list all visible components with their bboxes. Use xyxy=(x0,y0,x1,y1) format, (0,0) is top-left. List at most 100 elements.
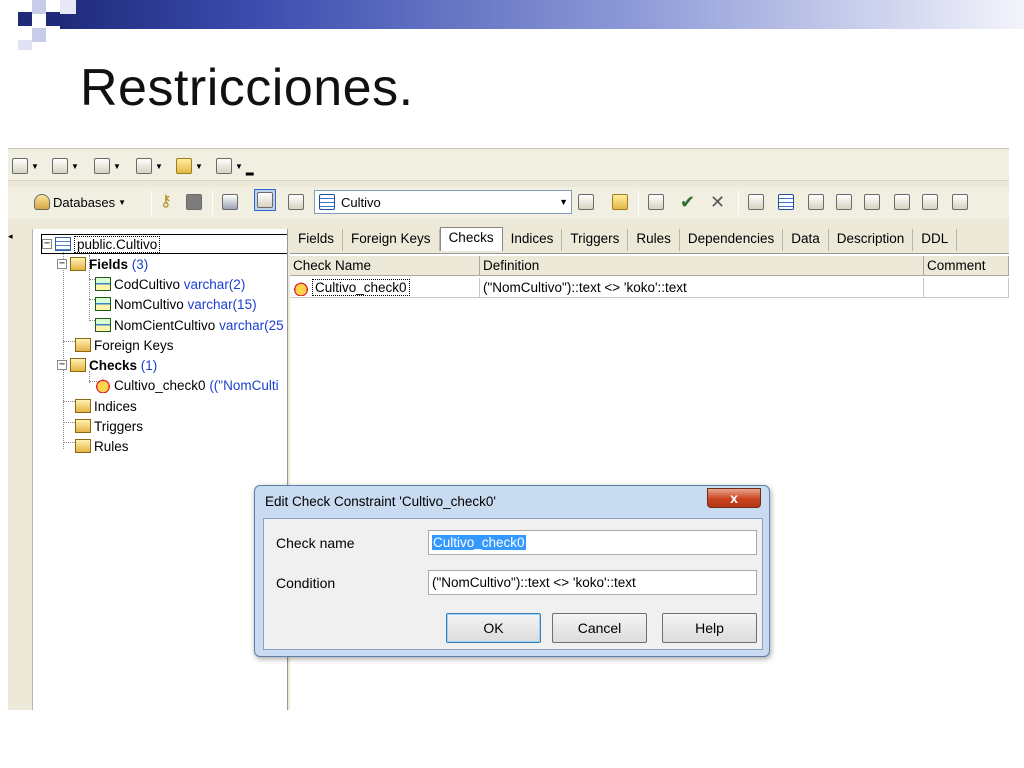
grid-icon xyxy=(648,194,664,210)
tree-guide-line xyxy=(63,341,75,342)
table-icon xyxy=(778,194,794,210)
structure-button[interactable] xyxy=(612,191,628,213)
check-constraint-icon xyxy=(293,280,309,296)
tree-node-rules[interactable]: Rules xyxy=(75,436,129,456)
add-button[interactable]: ▼ xyxy=(136,155,163,177)
tree-node-fields[interactable]: − Fields (3) xyxy=(57,254,148,274)
edit-object-button[interactable]: ▼ xyxy=(52,155,79,177)
tab-foreign-keys[interactable]: Foreign Keys xyxy=(343,229,440,251)
ok-button[interactable]: OK xyxy=(446,613,541,643)
object-select-button[interactable] xyxy=(288,191,304,213)
tab-dependencies[interactable]: Dependencies xyxy=(680,229,784,251)
copy-button[interactable] xyxy=(836,191,852,213)
slide-title: Restricciones. xyxy=(80,59,414,117)
print-icon xyxy=(222,194,238,210)
cell-comment[interactable] xyxy=(924,278,1009,298)
help-button[interactable]: Help xyxy=(662,613,757,643)
tab-indices[interactable]: Indices xyxy=(503,229,563,251)
tools-icon xyxy=(216,158,232,174)
field-list-button[interactable] xyxy=(808,191,824,213)
field-type: varchar(2) xyxy=(183,276,246,292)
document-icon xyxy=(12,158,28,174)
tab-rules[interactable]: Rules xyxy=(628,229,680,251)
tree-node-indices[interactable]: Indices xyxy=(75,396,137,416)
tree-check-item[interactable]: Cultivo_check0 (("NomCulti xyxy=(95,375,279,395)
edit-icon xyxy=(52,158,68,174)
tree-field-item[interactable]: CodCultivo varchar(2) xyxy=(95,274,245,294)
dropdown-arrow-icon: ▼ xyxy=(118,197,127,207)
column-header-check-name[interactable]: Check Name xyxy=(290,256,480,276)
tree-indices-label: Indices xyxy=(94,398,137,414)
dropdown-arrow-icon: ▼ xyxy=(195,161,203,171)
print-button[interactable] xyxy=(222,191,238,213)
check-icon: ✔ xyxy=(680,192,696,212)
key-icon: ⚷ xyxy=(160,193,172,210)
tree-field-item[interactable]: NomCultivo varchar(15) xyxy=(95,294,257,314)
tab-data[interactable]: Data xyxy=(783,229,829,251)
folder-icon xyxy=(75,439,91,453)
new-table-button[interactable] xyxy=(778,191,794,213)
collapse-icon[interactable]: − xyxy=(57,259,67,269)
dialog-title: Edit Check Constraint 'Cultivo_check0' xyxy=(265,494,497,509)
commit-button[interactable]: ✔ xyxy=(680,191,696,213)
tab-fields[interactable]: Fields xyxy=(290,229,344,251)
tab-ddl[interactable]: DDL xyxy=(913,229,958,251)
column-header-definition[interactable]: Definition xyxy=(480,256,924,276)
query-button[interactable] xyxy=(894,191,910,213)
tree-node-root[interactable]: − public.Cultivo xyxy=(41,234,287,254)
table-icon xyxy=(55,237,71,251)
cell-definition[interactable]: ("NomCultivo")::text <> 'koko'::text xyxy=(480,278,924,298)
window-button[interactable]: ▼ xyxy=(176,155,203,177)
deco-square xyxy=(32,0,46,14)
folder-icon xyxy=(70,358,86,372)
tools-button[interactable]: ▼ ▂ xyxy=(216,155,254,177)
tree-node-checks[interactable]: − Checks (1) xyxy=(57,355,157,375)
list-icon xyxy=(808,194,824,210)
cancel-button[interactable]: Cancel xyxy=(552,613,647,643)
table-row-check-name[interactable]: Cultivo_check0 xyxy=(290,278,480,298)
script-button[interactable] xyxy=(922,191,938,213)
tree-view-button[interactable] xyxy=(254,189,276,211)
paste-button[interactable] xyxy=(864,191,880,213)
collapse-icon[interactable]: − xyxy=(42,239,52,249)
check-name-label: Check name xyxy=(276,535,355,551)
condition-field[interactable]: ("NomCultivo")::text <> 'koko'::text xyxy=(428,570,757,595)
connect-button[interactable]: ⚷ xyxy=(160,191,176,213)
tree-node-triggers[interactable]: Triggers xyxy=(75,416,143,436)
check-name-value: Cultivo_check0 xyxy=(432,535,526,550)
stop-button[interactable] xyxy=(186,191,202,213)
chevron-down-icon: ▼ xyxy=(559,197,568,207)
close-button[interactable]: x xyxy=(707,488,761,508)
tree-node-foreign-keys[interactable]: Foreign Keys xyxy=(75,335,174,355)
new-object-button[interactable]: ▼ xyxy=(12,155,39,177)
import-button[interactable] xyxy=(952,191,968,213)
sql-button[interactable]: ▼ xyxy=(94,155,121,177)
databases-button[interactable]: Databases ▼ xyxy=(34,191,126,213)
grid-button[interactable] xyxy=(648,191,664,213)
object-combo[interactable]: Cultivo ▼ xyxy=(314,190,572,214)
structure-icon xyxy=(612,194,628,210)
check-constraint-icon xyxy=(95,377,111,393)
field-icon xyxy=(95,318,111,332)
tree-collapse-handle[interactable]: ◂ xyxy=(8,227,32,247)
edit-check-dialog: Edit Check Constraint 'Cultivo_check0' x… xyxy=(254,485,770,657)
check-name-field[interactable]: Cultivo_check0 xyxy=(428,530,757,555)
tree-field-item[interactable]: NomCientCultivo varchar(25 xyxy=(95,315,284,335)
new-field-button[interactable] xyxy=(748,191,764,213)
tab-description[interactable]: Description xyxy=(829,229,914,251)
column-header-comment[interactable]: Comment xyxy=(924,256,1009,276)
folder-icon xyxy=(75,338,91,352)
script-icon xyxy=(922,194,938,210)
tree-view-icon xyxy=(257,192,273,208)
tab-triggers[interactable]: Triggers xyxy=(562,229,629,251)
collapse-icon[interactable]: − xyxy=(57,360,67,370)
check-item-name: Cultivo_check0 xyxy=(114,377,206,393)
toolbar-separator xyxy=(151,191,152,215)
properties-button[interactable] xyxy=(578,191,594,213)
deco-square xyxy=(18,40,32,50)
import-icon xyxy=(952,194,968,210)
rollback-button[interactable]: ✕ xyxy=(710,191,726,213)
tab-checks[interactable]: Checks xyxy=(439,227,503,251)
tree-guide-line xyxy=(63,249,64,449)
databases-label: Databases xyxy=(53,194,116,210)
